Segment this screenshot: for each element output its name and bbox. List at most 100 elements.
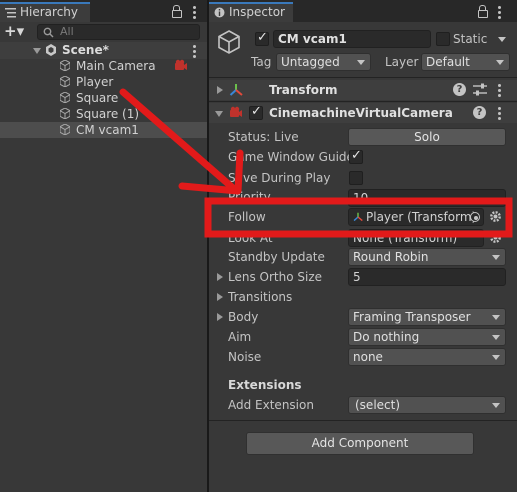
add-button[interactable]: +▾	[4, 22, 24, 40]
vcam-title: CinemachineVirtualCamera	[269, 106, 453, 120]
gameobject-icon	[60, 108, 70, 119]
vcam-foldout-icon[interactable]	[215, 111, 223, 117]
divider	[209, 77, 517, 78]
transform-icon	[353, 212, 363, 222]
active-checkbox[interactable]	[255, 30, 269, 46]
list-item[interactable]: Square (1)	[0, 106, 207, 122]
scene-foldout-icon[interactable]	[33, 48, 41, 54]
object-name-field[interactable]: CM vcam1	[273, 30, 431, 48]
hierarchy-panel: Hierarchy +▾ All Scene* Main Camera Play…	[0, 0, 207, 492]
body-foldout-icon[interactable]	[217, 313, 223, 321]
gameobject-icon	[218, 30, 240, 54]
hierarchy-menu-icon[interactable]	[193, 6, 196, 21]
list-item-label: Player	[76, 75, 114, 89]
body-label: Body	[228, 310, 259, 324]
priority-label: Priority	[228, 190, 271, 204]
transform-menu-icon[interactable]	[498, 84, 501, 99]
inspector-tab-bar: Inspector	[209, 0, 517, 22]
scene-name: Scene*	[62, 43, 109, 57]
follow-field[interactable]: Player (Transform)	[348, 208, 484, 226]
follow-label: Follow	[228, 210, 266, 224]
lock-icon[interactable]	[478, 5, 488, 18]
inspector-menu-icon[interactable]	[498, 6, 501, 21]
cinemachine-brain-icon	[175, 59, 187, 70]
transform-header[interactable]: Transform ?	[209, 80, 517, 100]
gear-icon[interactable]	[489, 231, 502, 244]
gameobject-icon	[60, 124, 70, 135]
info-icon	[214, 7, 225, 18]
search-placeholder: All	[60, 25, 74, 38]
list-item-label: Square (1)	[76, 107, 140, 121]
inspector-panel: Inspector CM vcam1 Static Tag Untagged L…	[209, 0, 517, 492]
transform-title: Transform	[269, 83, 338, 97]
aim-label: Aim	[228, 330, 252, 344]
hierarchy-tab-bar: Hierarchy	[0, 0, 207, 22]
list-icon	[5, 8, 16, 18]
gameobject-icon	[60, 60, 70, 71]
extensions-heading: Extensions	[228, 378, 302, 392]
vcam-enabled-checkbox[interactable]	[249, 104, 263, 120]
tag-label: Tag	[251, 55, 272, 69]
list-item-label: CM vcam1	[76, 123, 139, 137]
add-component-button[interactable]: Add Component	[246, 432, 474, 455]
help-icon[interactable]: ?	[453, 83, 466, 96]
body-dropdown[interactable]: Framing Transposer	[348, 308, 506, 326]
status-label: Status: Live	[228, 130, 299, 144]
list-item[interactable]: Player	[0, 74, 207, 90]
tag-dropdown[interactable]: Untagged	[276, 53, 371, 71]
unity-scene-icon	[46, 44, 56, 56]
divider	[209, 420, 517, 421]
layer-label: Layer	[385, 55, 419, 69]
aim-dropdown[interactable]: Do nothing	[348, 328, 506, 346]
gameobject-icon	[60, 92, 70, 103]
solo-button[interactable]: Solo	[348, 128, 506, 146]
vcam-header[interactable]: CinemachineVirtualCamera ?	[209, 103, 517, 123]
list-item[interactable]: Square	[0, 90, 207, 106]
static-dropdown-icon[interactable]	[498, 37, 506, 42]
list-item-selected[interactable]: CM vcam1	[0, 122, 207, 138]
add-extension-dropdown[interactable]: (select)	[348, 396, 506, 414]
gear-icon[interactable]	[489, 210, 502, 223]
transform-icon	[229, 84, 243, 96]
object-picker-icon[interactable]	[470, 212, 480, 222]
list-item[interactable]: Main Camera	[0, 58, 207, 74]
hierarchy-search-input[interactable]: All	[37, 24, 200, 40]
game-window-guides-checkbox[interactable]	[349, 148, 363, 164]
look-at-field[interactable]: None (Transform)	[348, 229, 484, 247]
search-icon	[43, 27, 54, 38]
transform-foldout-icon[interactable]	[217, 86, 223, 94]
noise-dropdown[interactable]: none	[348, 348, 506, 366]
presets-icon[interactable]	[473, 83, 487, 96]
tab-hierarchy-label: Hierarchy	[20, 5, 79, 19]
lens-foldout-icon[interactable]	[217, 273, 223, 281]
divider	[209, 101, 517, 102]
list-item-label: Main Camera	[76, 59, 156, 73]
noise-label: Noise	[228, 350, 262, 364]
priority-field[interactable]: 10	[348, 189, 506, 207]
scene-row[interactable]: Scene*	[0, 42, 207, 59]
static-checkbox[interactable]	[436, 32, 450, 46]
tab-inspector[interactable]: Inspector	[209, 2, 293, 22]
transitions-foldout-icon[interactable]	[217, 293, 223, 301]
standby-update-label: Standby Update	[228, 250, 325, 264]
tab-inspector-label: Inspector	[229, 5, 285, 19]
lens-ortho-size-field[interactable]: 5	[348, 268, 506, 286]
help-icon[interactable]: ?	[473, 106, 486, 119]
list-item-label: Square	[76, 91, 119, 105]
lock-icon[interactable]	[172, 5, 182, 18]
save-during-play-label: Save During Play	[228, 171, 331, 185]
gameobject-icon	[60, 76, 70, 87]
vcam-menu-icon[interactable]	[498, 107, 501, 122]
save-during-play-checkbox[interactable]	[349, 171, 363, 185]
look-at-label: Look At	[228, 231, 273, 245]
lens-ortho-size-label: Lens Ortho Size	[228, 270, 323, 284]
layer-dropdown[interactable]: Default	[421, 53, 510, 71]
tab-hierarchy[interactable]: Hierarchy	[0, 2, 90, 22]
transitions-label[interactable]: Transitions	[228, 288, 292, 306]
static-label: Static	[453, 32, 488, 46]
cinemachine-camera-icon	[230, 106, 242, 117]
game-window-guides-label: Game Window Guides	[228, 150, 349, 164]
add-extension-label: Add Extension	[228, 398, 314, 412]
standby-update-dropdown[interactable]: Round Robin	[348, 248, 506, 266]
follow-value: Player (Transform)	[366, 210, 477, 224]
